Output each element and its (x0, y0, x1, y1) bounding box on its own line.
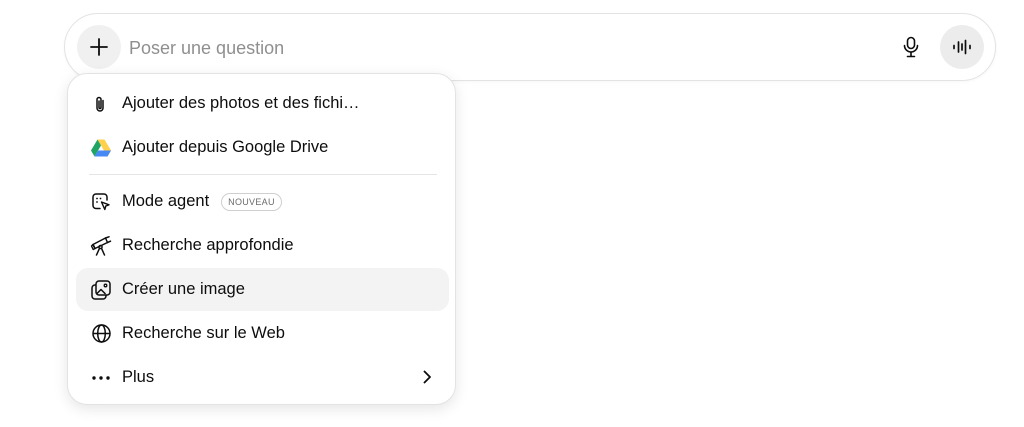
plus-icon (90, 38, 108, 56)
microphone-icon (903, 36, 919, 58)
menu-item-more[interactable]: Plus (76, 356, 449, 399)
menu-item-label: Créer une image (122, 280, 245, 298)
prompt-composer (64, 13, 996, 81)
chevron-right-icon (423, 370, 431, 384)
dictation-button[interactable] (893, 29, 929, 65)
menu-item-label: Ajouter des photos et des fichi… (122, 94, 360, 112)
menu-item-label: Recherche sur le Web (122, 324, 285, 342)
menu-item-label: Mode agent (122, 192, 210, 210)
image-create-icon (89, 278, 113, 302)
menu-item-label: Recherche approfondie (122, 236, 294, 254)
menu-item-google-drive[interactable]: Ajouter depuis Google Drive (76, 126, 449, 169)
menu-item-label: Plus (122, 368, 155, 386)
menu-item-agent-mode[interactable]: Mode agent NOUVEAU (76, 180, 449, 223)
voice-waveform-icon (953, 39, 971, 55)
menu-divider (89, 174, 437, 175)
google-drive-icon (89, 136, 113, 160)
menu-item-add-files[interactable]: Ajouter des photos et des fichi… (76, 82, 449, 125)
paperclip-icon (89, 92, 113, 116)
menu-item-create-image[interactable]: Créer une image (76, 268, 449, 311)
telescope-icon (89, 234, 113, 258)
globe-icon (89, 322, 113, 346)
voice-mode-button[interactable] (940, 25, 984, 69)
menu-item-web-search[interactable]: Recherche sur le Web (76, 312, 449, 355)
prompt-input[interactable] (129, 36, 829, 60)
attachment-menu: Ajouter des photos et des fichi… Ajouter… (67, 73, 456, 405)
menu-item-deep-research[interactable]: Recherche approfondie (76, 224, 449, 267)
more-dots-icon (89, 366, 113, 390)
agent-cursor-icon (89, 190, 113, 214)
add-attachment-button[interactable] (77, 25, 121, 69)
new-badge: NOUVEAU (221, 192, 282, 211)
menu-item-label: Ajouter depuis Google Drive (122, 138, 329, 156)
